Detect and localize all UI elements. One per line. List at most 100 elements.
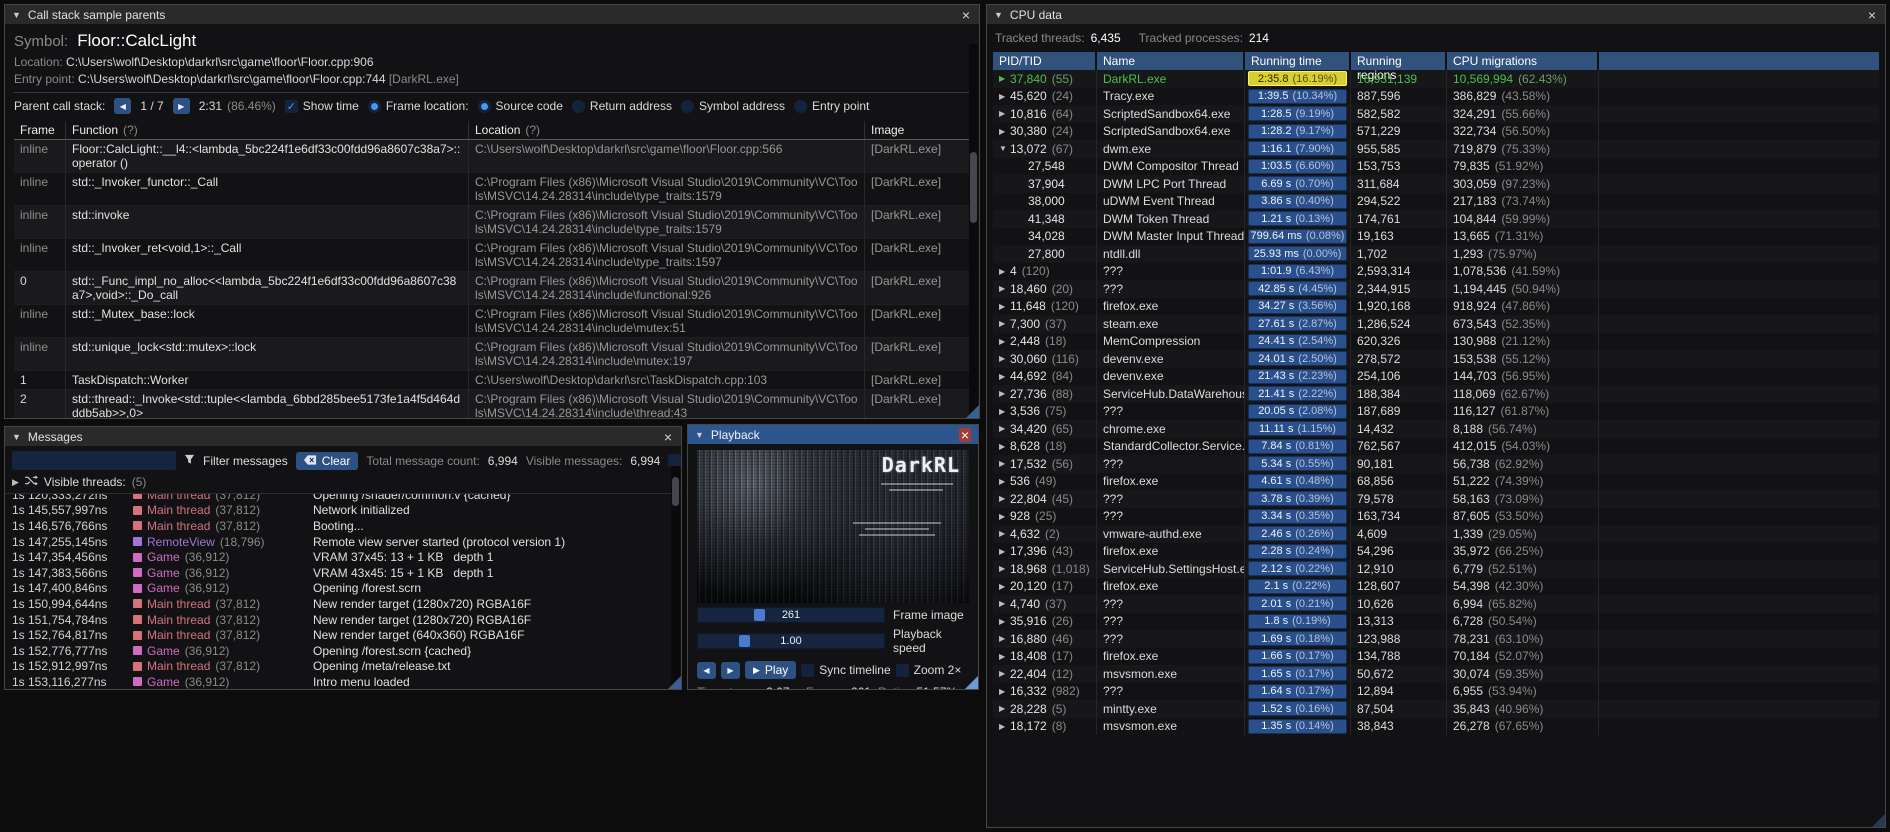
entry-point-radio[interactable] bbox=[794, 99, 808, 113]
cpu-row[interactable]: ▶ 35,916 (26) ??? 1.8 s (0.19%) 13,313 6,72… bbox=[993, 612, 1879, 630]
callstack-row[interactable]: inline std::unique_lock<std::mutex>::loc… bbox=[14, 338, 970, 371]
cpu-row[interactable]: ▶ 18,408 (17) firefox.exe 1.66 s (0.17%) 13… bbox=[993, 647, 1879, 665]
cpu-row[interactable]: 27,800 ntdll.dll 25.93 ms (0.00%) 1,702 1… bbox=[993, 245, 1879, 263]
prev-callstack-button[interactable]: ◀ bbox=[114, 98, 132, 114]
message-row[interactable]: 1s 150,994,644ns Main thread (37,812) New… bbox=[5, 596, 681, 612]
expand-icon[interactable]: ▶ bbox=[999, 529, 1010, 538]
expand-icon[interactable]: ▶ bbox=[999, 337, 1010, 346]
callstack-row[interactable]: inline std::invoke C:\Program Files (x86… bbox=[14, 206, 970, 239]
step-forward-button[interactable]: ▶ bbox=[721, 661, 740, 679]
message-row[interactable]: 1s 152,776,777ns Game (36,912) Opening /f… bbox=[5, 643, 681, 659]
messages-titlebar[interactable]: ▼ Messages × bbox=[5, 427, 681, 446]
scrollbar[interactable] bbox=[969, 44, 978, 416]
collapse-icon[interactable]: ▼ bbox=[695, 430, 704, 440]
cpu-row[interactable]: ▶ 45,620 (24) Tracy.exe 1:39.5 (10.34%) 887… bbox=[993, 87, 1879, 105]
expand-icon[interactable]: ▶ bbox=[999, 302, 1010, 311]
cpu-row[interactable]: ▶ 3,536 (75) ??? 20.05 s (2.08%) 187,689 11… bbox=[993, 402, 1879, 420]
speed-slider[interactable]: 1.00 bbox=[697, 633, 885, 649]
expand-icon[interactable]: ▼ bbox=[999, 144, 1010, 153]
expand-icon[interactable]: ▶ bbox=[999, 477, 1010, 486]
resize-grip[interactable] bbox=[668, 676, 681, 689]
expand-icon[interactable]: ▶ bbox=[999, 494, 1010, 503]
message-row[interactable]: 1s 152,912,997ns Main thread (37,812) Ope… bbox=[5, 659, 681, 675]
frame-slider[interactable]: 261 bbox=[697, 607, 885, 623]
scrollbar-thumb[interactable] bbox=[970, 151, 977, 223]
cpu-row[interactable]: ▶ 17,532 (56) ??? 5.34 s (0.55%) 90,181 56,… bbox=[993, 455, 1879, 473]
cpu-row[interactable]: ▼ 13,072 (67) dwm.exe 1:16.1 (7.90%) 955,58… bbox=[993, 140, 1879, 158]
filter-input[interactable] bbox=[12, 451, 176, 470]
cpu-row[interactable]: 37,904 DWM LPC Port Thread 6.69 s (0.70%)… bbox=[993, 175, 1879, 193]
resize-grip[interactable] bbox=[1872, 814, 1885, 827]
callstack-row[interactable]: 2 std::thread::_Invoke<std::tuple<<lambd… bbox=[14, 390, 970, 418]
cpu-row[interactable]: ▶ 30,060 (116) devenv.exe 24.01 s (2.50%) 2… bbox=[993, 350, 1879, 368]
cpu-row[interactable]: ▶ 11,648 (120) firefox.exe 34.27 s (3.56%) … bbox=[993, 297, 1879, 315]
cpu-row[interactable]: ▶ 4 (120) ??? 1:01.9 (6.43%) 2,593,314 1,07… bbox=[993, 262, 1879, 280]
expand-icon[interactable]: ▶ bbox=[999, 582, 1010, 591]
cpu-row[interactable]: ▶ 10,816 (64) ScriptedSandbox64.exe 1:28.5… bbox=[993, 105, 1879, 123]
col-name[interactable]: Name bbox=[1097, 52, 1245, 70]
expand-icon[interactable]: ▶ bbox=[999, 599, 1010, 608]
callstack-row[interactable]: inline std::_Mutex_base::lock C:\Program… bbox=[14, 305, 970, 338]
option-entry-point[interactable]: Entry point bbox=[794, 99, 869, 113]
message-row[interactable]: 1s 147,400,846ns Game (36,912) Opening /f… bbox=[5, 581, 681, 597]
cpu-row[interactable]: ▶ 7,300 (37) steam.exe 27.61 s (2.87%) 1,28… bbox=[993, 315, 1879, 333]
expand-icon[interactable]: ▶ bbox=[999, 389, 1010, 398]
show-time-checkbox[interactable]: ✓ bbox=[284, 99, 298, 113]
expand-icon[interactable]: ▶ bbox=[999, 547, 1010, 556]
cpu-row[interactable]: ▶ 928 (25) ??? 3.34 s (0.35%) 163,734 87,60… bbox=[993, 507, 1879, 525]
cpu-row[interactable]: 34,028 DWM Master Input Thread 799.64 ms… bbox=[993, 227, 1879, 245]
cpu-row[interactable]: 38,000 uDWM Event Thread 3.86 s (0.40%) 2… bbox=[993, 192, 1879, 210]
message-row[interactable]: 1s 147,354,456ns Game (36,912) VRAM 37x45… bbox=[5, 549, 681, 565]
expand-icon[interactable]: ▶ bbox=[999, 652, 1010, 661]
source-code-radio[interactable] bbox=[477, 99, 491, 113]
cpu-row[interactable]: ▶ 30,380 (24) ScriptedSandbox64.exe 1:28.2… bbox=[993, 122, 1879, 140]
cpu-row[interactable]: 41,348 DWM Token Thread 1.21 s (0.13%) 17… bbox=[993, 210, 1879, 228]
cpu-row[interactable]: ▶ 22,404 (12) msvsmon.exe 1.65 s (0.17%) 50… bbox=[993, 665, 1879, 683]
tree-expand-icon[interactable]: ▶ bbox=[12, 477, 19, 488]
play-button[interactable]: ▶ Play bbox=[745, 661, 797, 679]
resize-grip[interactable] bbox=[965, 676, 978, 689]
message-row[interactable]: 1s 147,255,145ns RemoteView (18,796) Remo… bbox=[5, 534, 681, 550]
cpu-row[interactable]: ▶ 28,228 (5) mintty.exe 1.52 s (0.16%) 87,5… bbox=[993, 700, 1879, 718]
expand-icon[interactable]: ▶ bbox=[999, 722, 1010, 731]
expand-icon[interactable]: ▶ bbox=[999, 704, 1010, 713]
cp u-titlebar[interactable]: ▼ CPU data × bbox=[987, 5, 1885, 24]
expand-icon[interactable]: ▶ bbox=[999, 319, 1010, 328]
collapse-icon[interactable]: ▼ bbox=[12, 10, 21, 20]
sync-timeline-option[interactable]: Sync timeline bbox=[801, 663, 891, 677]
cpu-row[interactable]: ▶ 37,840 (55) DarkRL.exe 2:35.8 (16.19%) 16… bbox=[993, 70, 1879, 88]
expand-icon[interactable]: ▶ bbox=[999, 354, 1010, 363]
expand-icon[interactable]: ▶ bbox=[999, 424, 1010, 433]
message-row[interactable]: 1s 120,333,272ns Main thread (37,812) Ope… bbox=[5, 494, 681, 503]
callstack-row[interactable]: 1 TaskDispatch::Worker C:\Users\wolf\Des… bbox=[14, 371, 970, 390]
message-row[interactable]: 1s 151,754,784ns Main thread (37,812) New… bbox=[5, 612, 681, 628]
expand-icon[interactable]: ▶ bbox=[999, 687, 1010, 696]
cpu-row[interactable]: ▶ 536 (49) firefox.exe 4.61 s (0.48%) 68,85… bbox=[993, 472, 1879, 490]
message-row[interactable]: 1s 145,557,997ns Main thread (37,812) Net… bbox=[5, 503, 681, 519]
close-icon[interactable]: × bbox=[960, 8, 972, 22]
col-running-regions[interactable]: Running regions bbox=[1351, 52, 1447, 82]
callstack-row[interactable]: inline std::_Invoker_ret<void,1>::_Call … bbox=[14, 239, 970, 272]
col-running-time[interactable]: Running time bbox=[1245, 52, 1351, 70]
clear-button[interactable]: Clear bbox=[295, 451, 359, 470]
cpu-row[interactable]: ▶ 8,628 (18) StandardCollector.Service.e 7… bbox=[993, 437, 1879, 455]
close-icon[interactable]: × bbox=[662, 430, 674, 444]
zoom-option[interactable]: Zoom 2× bbox=[895, 663, 961, 677]
expand-icon[interactable]: ▶ bbox=[999, 92, 1010, 101]
expand-icon[interactable]: ▶ bbox=[999, 617, 1010, 626]
scrollbar[interactable] bbox=[671, 466, 680, 687]
message-row[interactable]: 1s 153,116,277ns Game (36,912) Intro menu… bbox=[5, 674, 681, 689]
option-return-address[interactable]: Return address bbox=[571, 99, 672, 113]
cpu-row[interactable]: ▶ 4,740 (37) ??? 2.01 s (0.21%) 10,626 6,99… bbox=[993, 595, 1879, 613]
expand-icon[interactable]: ▶ bbox=[999, 669, 1010, 678]
expand-icon[interactable]: ▶ bbox=[999, 634, 1010, 643]
close-icon[interactable]: × bbox=[1866, 8, 1878, 22]
expand-icon[interactable]: ▶ bbox=[999, 267, 1010, 276]
message-row[interactable]: 1s 146,576,766ns Main thread (37,812) Boo… bbox=[5, 518, 681, 534]
callstack-row[interactable]: inline std::_Invoker_functor::_Call C:\P… bbox=[14, 173, 970, 206]
close-icon[interactable]: × bbox=[958, 427, 971, 442]
cpu-row[interactable]: ▶ 16,332 (982) ??? 1.64 s (0.17%) 12,894 6,… bbox=[993, 682, 1879, 700]
show-time-option[interactable]: ✓ Show time bbox=[284, 99, 359, 113]
resize-grip[interactable] bbox=[966, 405, 979, 418]
cpu-row[interactable]: ▶ 16,880 (46) ??? 1.69 s (0.18%) 123,988 78… bbox=[993, 630, 1879, 648]
